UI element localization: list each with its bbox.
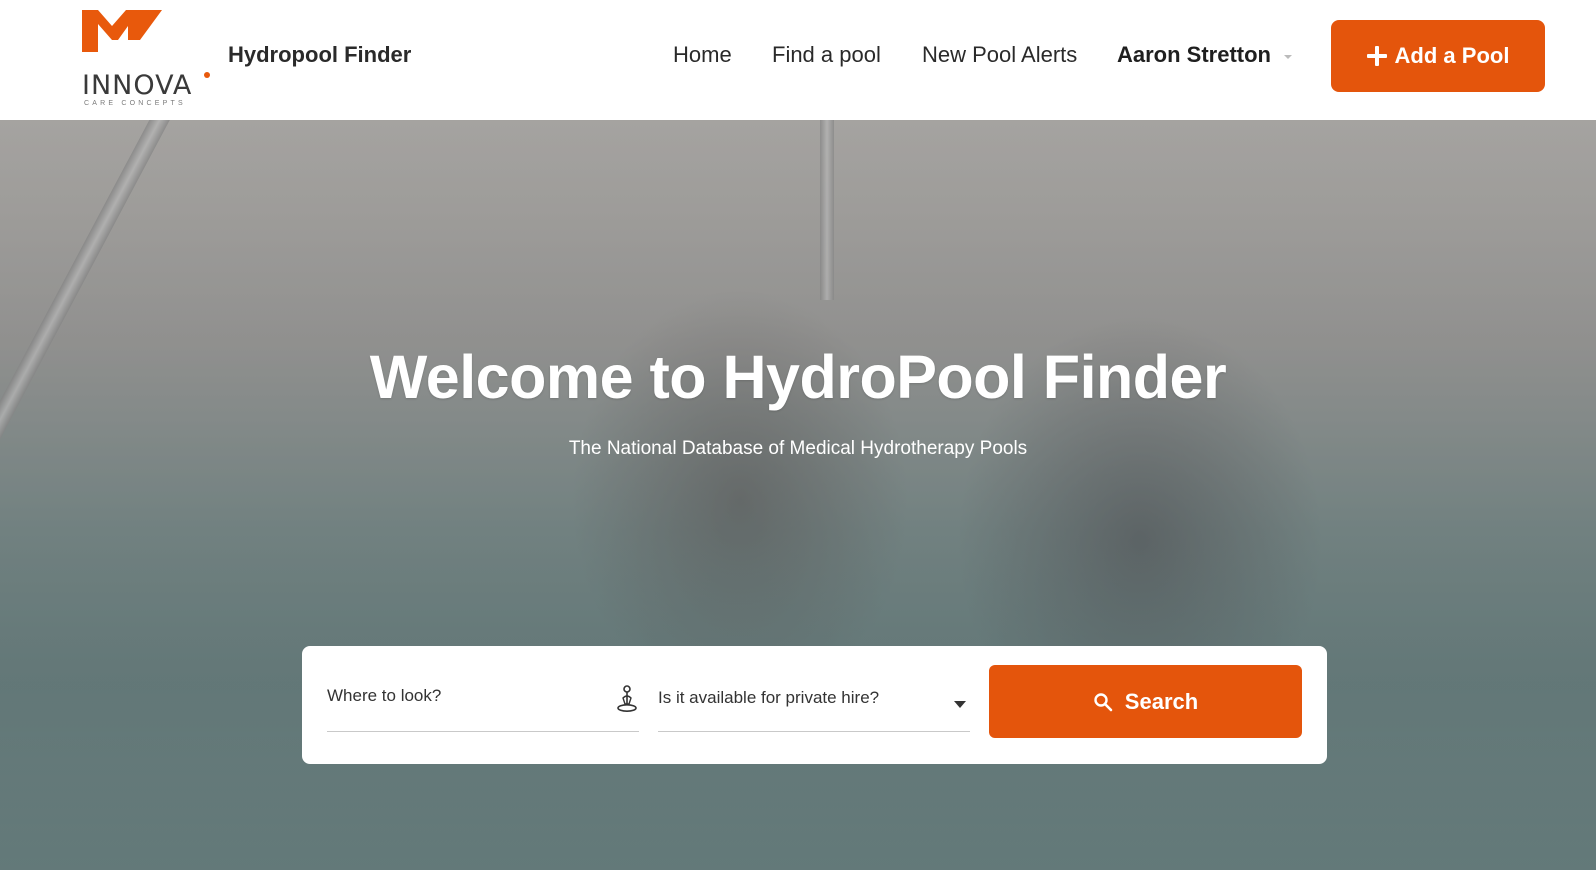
nav-home[interactable]: Home: [673, 42, 732, 68]
plus-icon: [1366, 46, 1387, 66]
location-field[interactable]: [327, 670, 639, 732]
logo-tagline: CARE CONCEPTS: [84, 100, 186, 107]
hero-subtitle: The National Database of Medical Hydroth…: [568, 438, 1028, 459]
registered-mark: [204, 72, 210, 78]
user-menu-caret-icon[interactable]: [1284, 55, 1292, 59]
innova-logo[interactable]: INNOVA CARE CONCEPTS: [80, 10, 215, 107]
search-button[interactable]: Search: [989, 665, 1302, 738]
search-card: Is it available for private hire? Search: [302, 646, 1327, 764]
location-input[interactable]: [327, 686, 597, 706]
caret-down-icon[interactable]: [954, 701, 966, 708]
private-hire-selected: Is it available for private hire?: [658, 688, 880, 707]
hero-title: Welcome to HydroPool Finder: [369, 343, 1227, 411]
private-hire-select[interactable]: Is it available for private hire?: [658, 670, 970, 732]
nav-find-a-pool[interactable]: Find a pool: [772, 42, 881, 68]
search-button-label: Search: [1124, 688, 1199, 714]
site-header: INNOVA CARE CONCEPTS Hydropool Finder Ho…: [0, 0, 1596, 120]
search-icon: [1094, 692, 1113, 711]
user-menu[interactable]: Aaron Stretton: [1117, 42, 1271, 68]
add-pool-button[interactable]: Add a Pool: [1331, 20, 1545, 92]
logo-wordmark: INNOVA: [82, 70, 193, 101]
nav-new-pool-alerts[interactable]: New Pool Alerts: [922, 42, 1077, 68]
innova-logo-mark: [82, 10, 162, 52]
site-title[interactable]: Hydropool Finder: [228, 42, 411, 68]
hero-section: Welcome to HydroPool Finder The National…: [0, 120, 1596, 870]
location-pin-icon[interactable]: [615, 684, 639, 714]
add-pool-label: Add a Pool: [1394, 43, 1510, 68]
